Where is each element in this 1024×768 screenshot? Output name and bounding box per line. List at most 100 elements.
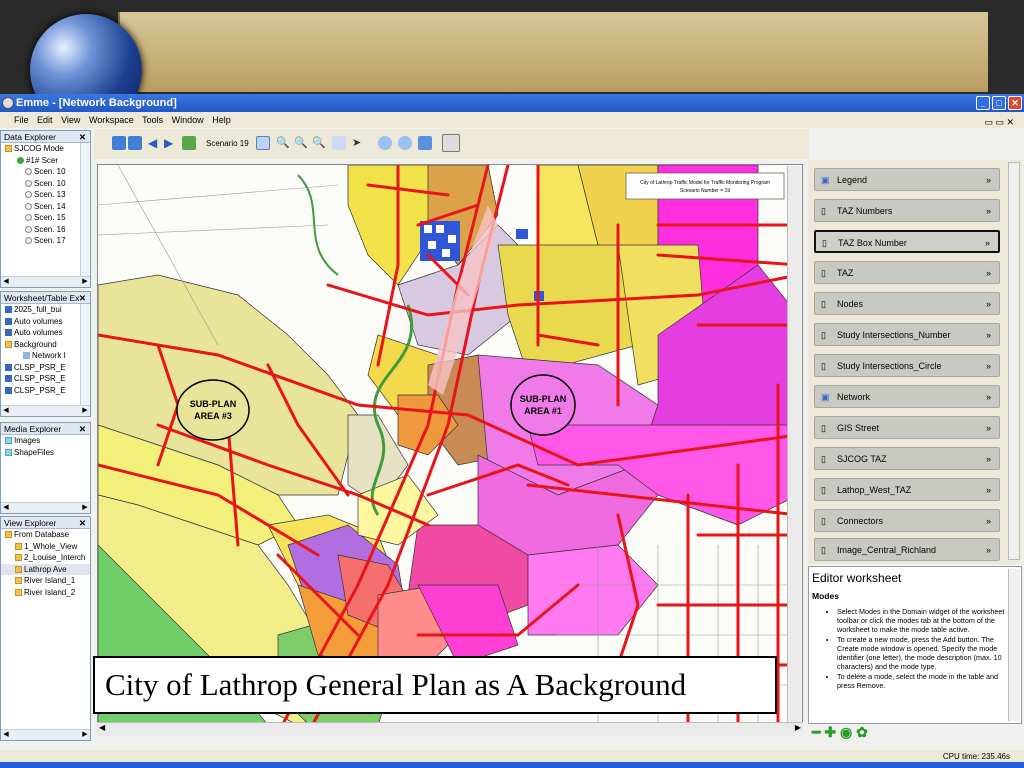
editor-title: Editor worksheet <box>812 571 902 585</box>
menu-view[interactable]: View <box>61 115 80 125</box>
close-icon[interactable]: ✕ <box>79 423 86 435</box>
select-pointer-icon[interactable]: ➤ <box>352 136 366 150</box>
tree-item[interactable]: From Database <box>14 530 69 539</box>
tree-item[interactable]: Scen. 13 <box>34 190 66 199</box>
menu-window[interactable]: Window <box>172 115 204 125</box>
close-button[interactable]: ✕ <box>1008 96 1022 110</box>
tree-item[interactable]: Network I <box>32 351 66 360</box>
chevron-down-icon[interactable]: » <box>986 448 991 470</box>
node-tool-icon[interactable] <box>378 136 392 150</box>
settings-icon[interactable]: ✿ <box>856 724 868 740</box>
tree-item[interactable]: Background <box>14 340 57 349</box>
chevron-down-icon[interactable]: » <box>986 293 991 315</box>
tree-item[interactable]: 1_Whole_View <box>24 542 77 551</box>
tree-item[interactable]: CLSP_PSR_E <box>14 363 66 372</box>
menu-help[interactable]: Help <box>212 115 231 125</box>
tree-item[interactable]: Scen. 16 <box>34 225 66 234</box>
panel-toggle-icon[interactable] <box>442 134 460 152</box>
close-icon[interactable]: ✕ <box>79 517 86 529</box>
layer-connectors[interactable]: ▯ Connectors » <box>814 509 1000 532</box>
layers-scrollbar[interactable] <box>1008 162 1020 560</box>
save-icon[interactable] <box>112 136 126 150</box>
layer-image-central-richland[interactable]: ▯ Image_Central_Richland » <box>814 538 1000 561</box>
layer-sjcog-taz[interactable]: ▯ SJCOG TAZ » <box>814 447 1000 470</box>
worksheet-explorer-panel: Worksheet/Table Ex ✕ 2025_full_bui Auto v… <box>0 291 91 417</box>
tree-item[interactable]: Scen. 17 <box>34 236 66 245</box>
zoom-in-icon[interactable]: 🔍 <box>276 136 290 150</box>
close-icon[interactable]: ✕ <box>79 292 86 304</box>
horizontal-scrollbar[interactable]: ◀ ▶ <box>1 502 90 513</box>
vertical-scrollbar[interactable] <box>80 304 90 405</box>
layer-study-intersections-number[interactable]: ▯ Study Intersections_Number » <box>814 323 1000 346</box>
editor-scrollbar[interactable] <box>1008 569 1020 721</box>
minimize-button[interactable]: _ <box>976 96 990 110</box>
layer-lathop-west-taz[interactable]: ▯ Lathop_West_TAZ » <box>814 478 1000 501</box>
layer-network[interactable]: ▣ Network » <box>814 385 1000 408</box>
tree-item[interactable]: Scen. 15 <box>34 213 66 222</box>
display-icon[interactable] <box>418 136 432 150</box>
tree-item[interactable]: 2_Louise_Interch <box>24 553 85 562</box>
chevron-down-icon[interactable]: » <box>986 355 991 377</box>
chevron-down-icon[interactable]: » <box>986 324 991 346</box>
pan-icon[interactable] <box>256 136 270 150</box>
chevron-down-icon[interactable]: » <box>986 539 991 561</box>
vertical-scrollbar[interactable] <box>80 143 90 276</box>
layer-taz-box-number[interactable]: ▯ TAZ Box Number » <box>814 230 1000 253</box>
menu-workspace[interactable]: Workspace <box>89 115 134 125</box>
save-as-icon[interactable] <box>128 136 142 150</box>
chevron-down-icon[interactable]: » <box>985 232 990 254</box>
maximize-button[interactable]: □ <box>992 96 1006 110</box>
tree-item[interactable]: CLSP_PSR_E <box>14 374 66 383</box>
horizontal-scrollbar[interactable]: ◀ ▶ <box>1 729 90 740</box>
refresh-icon[interactable] <box>182 136 196 150</box>
tree-item[interactable]: 2025_full_bui <box>14 305 62 314</box>
next-scenario-icon[interactable]: ▶ <box>164 136 178 150</box>
chevron-down-icon[interactable]: » <box>986 200 991 222</box>
chevron-down-icon[interactable]: » <box>986 479 991 501</box>
horizontal-scrollbar[interactable]: ◀ ▶ <box>1 405 90 416</box>
layer-legend[interactable]: ▣ Legend » <box>814 168 1000 191</box>
previous-scenario-icon[interactable]: ◀ <box>148 136 162 150</box>
map-horizontal-scrollbar[interactable]: ◀ ▶ <box>97 722 803 736</box>
tree-item[interactable]: Scen. 14 <box>34 202 66 211</box>
chevron-down-icon[interactable]: » <box>986 417 991 439</box>
layer-taz[interactable]: ▯ TAZ » <box>814 261 1000 284</box>
chevron-down-icon[interactable]: » <box>986 386 991 408</box>
menu-tools[interactable]: Tools <box>142 115 163 125</box>
map-vertical-scrollbar[interactable] <box>787 166 801 732</box>
remove-icon[interactable]: ━ <box>812 724 820 740</box>
chevron-down-icon[interactable]: » <box>986 169 991 191</box>
menu-edit[interactable]: Edit <box>37 115 53 125</box>
chevron-down-icon[interactable]: » <box>986 510 991 532</box>
tree-item[interactable]: SJCOG Mode <box>14 144 64 153</box>
refresh-icon[interactable]: ◉ <box>840 724 852 740</box>
tree-item[interactable]: River Island_1 <box>24 576 75 585</box>
close-icon[interactable]: ✕ <box>79 131 86 143</box>
network-map[interactable]: SUB-PLAN AREA #1 SUB-PLAN AREA #3 City o… <box>97 164 803 732</box>
layer-study-intersections-circle[interactable]: ▯ Study Intersections_Circle » <box>814 354 1000 377</box>
tree-item[interactable]: #1# Scer <box>26 156 58 165</box>
chevron-down-icon[interactable]: » <box>986 262 991 284</box>
zoom-extent-icon[interactable]: 🔍 <box>312 136 326 150</box>
tree-item[interactable]: River Island_2 <box>24 588 75 597</box>
tree-item[interactable]: CLSP_PSR_E <box>14 386 66 395</box>
folder-icon <box>5 531 12 539</box>
tree-item[interactable]: Images <box>14 436 40 445</box>
link-tool-icon[interactable] <box>398 136 412 150</box>
layer-nodes[interactable]: ▯ Nodes » <box>814 292 1000 315</box>
tree-item[interactable]: Auto volumes <box>14 328 62 337</box>
add-icon[interactable]: ✚ <box>824 724 836 740</box>
tree-item[interactable]: Scen. 10 <box>34 167 66 176</box>
layer-gis-street[interactable]: ▯ GIS Street » <box>814 416 1000 439</box>
mdi-window-buttons[interactable]: ▭ ▭ ✕ <box>984 114 1014 130</box>
tree-item[interactable]: Auto volumes <box>14 317 62 326</box>
layer-taz-numbers[interactable]: ▯ TAZ Numbers » <box>814 199 1000 222</box>
editor-worksheet-panel: Editor worksheet Modes Select Modes in t… <box>808 566 1022 724</box>
tree-item[interactable]: Lathrop Ave <box>24 565 67 574</box>
tree-item[interactable]: Scen. 10 <box>34 179 66 188</box>
zoom-out-icon[interactable]: 🔍 <box>294 136 308 150</box>
horizontal-scrollbar[interactable]: ◀ ▶ <box>1 276 90 287</box>
menu-file[interactable]: File <box>14 115 29 125</box>
zoom-window-icon[interactable] <box>332 136 346 150</box>
tree-item[interactable]: ShapeFiles <box>14 448 54 457</box>
